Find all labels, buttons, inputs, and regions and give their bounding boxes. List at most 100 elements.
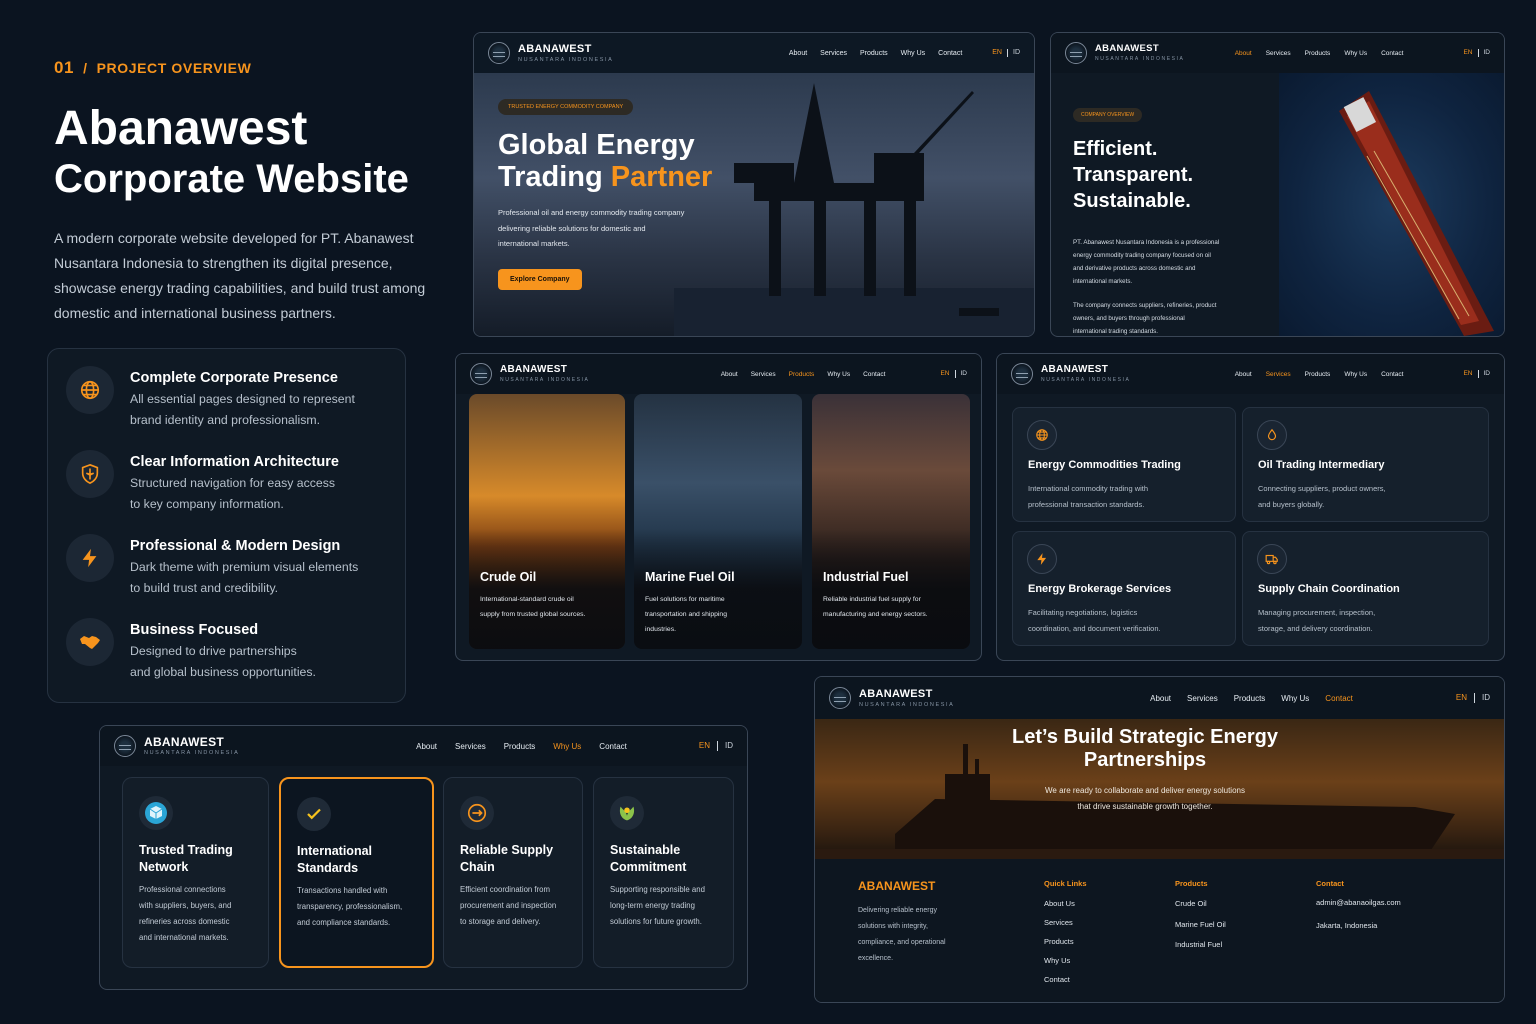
contact-title-line: Let’s Build Strategic Energy xyxy=(1012,726,1278,748)
cube-icon xyxy=(139,796,173,830)
feature-title: Complete Corporate Presence xyxy=(130,370,338,386)
product-card[interactable]: Industrial Fuel Reliable industrial fuel… xyxy=(812,394,970,649)
site-nav: About Services Products Why Us Contact xyxy=(416,742,627,751)
section-label: 01 / PROJECT OVERVIEW xyxy=(54,58,252,77)
shield-icon xyxy=(66,450,114,498)
nav-contact[interactable]: Contact xyxy=(599,742,627,751)
brand-sub: NUSANTARA INDONESIA xyxy=(518,56,614,63)
contact-description: We are ready to collaborate and deliver … xyxy=(815,783,1475,815)
nav-products[interactable]: Products xyxy=(1305,371,1331,378)
nav-services[interactable]: Services xyxy=(820,50,847,57)
footer-product-link[interactable]: Marine Fuel Oil xyxy=(1175,915,1226,936)
product-desc: Fuel solutions for maritime transportatio… xyxy=(645,596,727,633)
footer-product-link[interactable]: Crude Oil xyxy=(1175,894,1226,915)
nav-services[interactable]: Services xyxy=(455,742,486,751)
nav-contact[interactable]: Contact xyxy=(1325,694,1353,703)
nav-why-us[interactable]: Why Us xyxy=(1281,694,1309,703)
lang-id[interactable]: ID xyxy=(1484,49,1491,57)
about-title-line: Sustainable. xyxy=(1073,190,1191,212)
nav-products[interactable]: Products xyxy=(1305,50,1331,57)
site-logo[interactable]: ABANAWEST NUSANTARA INDONESIA xyxy=(1065,42,1184,64)
nav-about[interactable]: About xyxy=(721,371,738,378)
nav-products[interactable]: Products xyxy=(1234,694,1266,703)
footer-link[interactable]: Services xyxy=(1044,913,1087,932)
whyus-card[interactable]: Trusted Trading Network Professional conn… xyxy=(122,777,269,968)
brand-name: ABANAWEST xyxy=(1095,43,1159,55)
whyus-card[interactable]: Reliable Supply Chain Efficient coordinat… xyxy=(443,777,583,968)
footer-link[interactable]: Why Us xyxy=(1044,951,1087,970)
lang-en[interactable]: EN xyxy=(940,370,949,378)
footer-link[interactable]: About Us xyxy=(1044,894,1087,913)
nav-why-us[interactable]: Why Us xyxy=(553,742,581,751)
site-logo[interactable]: ABANAWEST NUSANTARA INDONESIA xyxy=(829,687,954,709)
handshake-icon xyxy=(66,618,114,666)
nav-services[interactable]: Services xyxy=(1187,694,1218,703)
nav-services[interactable]: Services xyxy=(1266,50,1291,57)
services-screen: ABANAWEST NUSANTARA INDONESIA About Servic… xyxy=(996,353,1505,661)
lightning-icon xyxy=(1027,544,1057,574)
nav-about[interactable]: About xyxy=(1235,371,1252,378)
contact-email[interactable]: admin@abanaoilgas.com xyxy=(1316,898,1401,907)
footer-link[interactable]: Products xyxy=(1044,932,1087,951)
nav-why-us[interactable]: Why Us xyxy=(901,50,926,57)
product-title: Crude Oil xyxy=(480,570,537,584)
site-nav: About Services Products Why Us Contact xyxy=(789,50,962,57)
nav-about[interactable]: About xyxy=(1235,50,1252,57)
nav-contact[interactable]: Contact xyxy=(1381,371,1403,378)
explore-company-button[interactable]: Explore Company xyxy=(498,268,582,290)
service-card[interactable]: Energy Commodities Trading International… xyxy=(1012,407,1236,522)
footer-product-link[interactable]: Industrial Fuel xyxy=(1175,935,1226,956)
leaf-icon xyxy=(610,796,644,830)
nav-about[interactable]: About xyxy=(1150,694,1171,703)
nav-about[interactable]: About xyxy=(416,742,437,751)
logo-icon xyxy=(114,735,136,757)
nav-services[interactable]: Services xyxy=(1266,371,1291,378)
lang-en[interactable]: EN xyxy=(1463,49,1472,57)
nav-contact[interactable]: Contact xyxy=(863,371,885,378)
site-logo[interactable]: ABANAWEST NUSANTARA INDONESIA xyxy=(488,42,613,64)
nav-why-us[interactable]: Why Us xyxy=(1344,50,1367,57)
about-title: Efficient. Transparent. Sustainable. xyxy=(1073,136,1263,214)
lang-id[interactable]: ID xyxy=(1484,370,1491,378)
brand-name: ABANAWEST xyxy=(144,735,225,749)
nav-why-us[interactable]: Why Us xyxy=(1344,371,1367,378)
nav-services[interactable]: Services xyxy=(751,371,776,378)
lang-id[interactable]: ID xyxy=(1482,693,1490,703)
site-logo[interactable]: ABANAWEST NUSANTARA INDONESIA xyxy=(470,363,589,385)
nav-contact[interactable]: Contact xyxy=(1381,50,1403,57)
lang-id[interactable]: ID xyxy=(961,370,968,378)
lang-switch: EN ID xyxy=(1463,370,1490,378)
footer-link[interactable]: Contact xyxy=(1044,970,1087,989)
footer-products: Products Crude Oil Marine Fuel Oil Industr… xyxy=(1175,879,1226,956)
nav-about[interactable]: About xyxy=(789,50,807,57)
about-text-line: and derivative products across domestic … xyxy=(1073,265,1196,272)
lang-en[interactable]: EN xyxy=(992,49,1002,57)
feature-desc-line1: Structured navigation for easy access xyxy=(130,476,336,490)
nav-products[interactable]: Products xyxy=(860,50,888,57)
service-card[interactable]: Energy Brokerage Services Facilitating n… xyxy=(1012,531,1236,646)
lang-en[interactable]: EN xyxy=(1463,370,1472,378)
nav-products[interactable]: Products xyxy=(789,371,815,378)
about-text-line: energy commodity trading company focused… xyxy=(1073,252,1211,259)
whyus-card[interactable]: Sustainable Commitment Supporting respons… xyxy=(593,777,734,968)
product-card[interactable]: Crude Oil International-standard crude o… xyxy=(469,394,625,649)
nav-why-us[interactable]: Why Us xyxy=(827,371,850,378)
overview-section: 01 / PROJECT OVERVIEW Abanawest Corporat… xyxy=(54,58,434,326)
footer-products-list: Crude Oil Marine Fuel Oil Industrial Fuel xyxy=(1175,894,1226,956)
product-card[interactable]: Marine Fuel Oil Fuel solutions for marit… xyxy=(634,394,802,649)
whyus-card[interactable]: International Standards Transactions hand… xyxy=(279,777,434,968)
lang-switch: EN ID xyxy=(992,49,1020,57)
lang-id[interactable]: ID xyxy=(1013,49,1020,57)
service-card[interactable]: Oil Trading Intermediary Connecting supp… xyxy=(1242,407,1489,522)
brand-sub: NUSANTARA INDONESIA xyxy=(1041,377,1131,383)
lang-switch: EN ID xyxy=(1463,49,1490,57)
lang-en[interactable]: EN xyxy=(699,741,710,751)
lang-id[interactable]: ID xyxy=(725,741,733,751)
nav-contact[interactable]: Contact xyxy=(938,50,962,57)
site-logo[interactable]: ABANAWEST NUSANTARA INDONESIA xyxy=(114,735,239,757)
site-logo[interactable]: ABANAWEST NUSANTARA INDONESIA xyxy=(1011,363,1130,385)
lang-en[interactable]: EN xyxy=(1456,693,1467,703)
nav-products[interactable]: Products xyxy=(504,742,536,751)
service-card[interactable]: Supply Chain Coordination Managing procu… xyxy=(1242,531,1489,646)
site-nav: About Services Products Why Us Contact xyxy=(1150,694,1353,703)
